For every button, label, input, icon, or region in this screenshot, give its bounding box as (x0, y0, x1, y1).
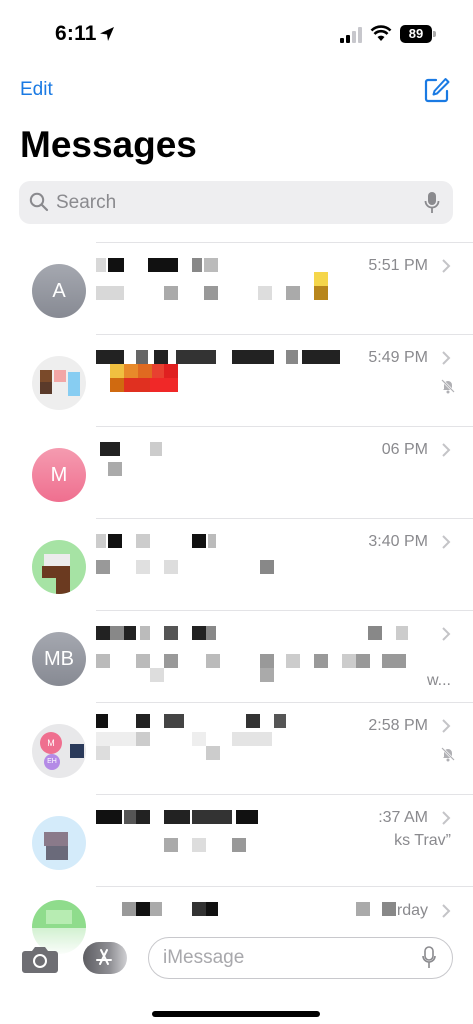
avatar: M (32, 448, 86, 502)
message-preview-redacted (96, 560, 356, 576)
message-preview-redacted (96, 272, 356, 302)
camera-icon[interactable] (21, 944, 59, 974)
page-title: Messages (20, 124, 197, 165)
avatar: A (32, 264, 86, 318)
contact-name-redacted (96, 810, 336, 826)
contact-name-redacted (96, 258, 336, 274)
conversation-row[interactable]: M EH 2:58 PM (0, 702, 473, 794)
message-preview-redacted (96, 838, 356, 854)
conversation-time: rday (396, 902, 428, 919)
contact-name-redacted (96, 534, 336, 550)
muted-bell-icon (441, 747, 455, 762)
row-divider (96, 242, 473, 243)
avatar (32, 540, 86, 594)
avatar: MB (32, 632, 86, 686)
conversation-row[interactable]: 5:49 PM (0, 334, 473, 426)
conversation-time: 5:49 PM (368, 349, 428, 366)
conversation-row[interactable]: M 06 PM (0, 426, 473, 518)
conversation-time: 5:51 PM (368, 257, 428, 274)
group-member-avatar: M (40, 732, 62, 754)
wifi-icon (370, 25, 392, 41)
microphone-icon[interactable] (424, 191, 440, 215)
imessage-input[interactable]: iMessage (148, 937, 453, 979)
battery-nub (433, 31, 436, 37)
contact-name-redacted (96, 442, 336, 458)
muted-bell-icon (441, 379, 455, 394)
dictation-mic-icon[interactable] (422, 946, 436, 970)
search-placeholder: Search (56, 192, 117, 213)
row-divider (96, 334, 473, 335)
chevron-right-icon (442, 443, 451, 457)
conversation-row[interactable]: A 5:51 PM (0, 242, 473, 334)
conversation-time: 3:40 PM (368, 533, 428, 550)
row-divider (96, 794, 473, 795)
location-arrow-icon (100, 27, 114, 41)
message-preview-tail: w... (426, 672, 451, 689)
row-divider (96, 610, 473, 611)
chevron-right-icon (442, 259, 451, 273)
row-divider (96, 886, 473, 887)
chevron-right-icon (442, 719, 451, 733)
chevron-right-icon (442, 811, 451, 825)
search-input[interactable]: Search (19, 181, 453, 224)
message-preview-redacted (96, 462, 356, 478)
row-divider (96, 426, 473, 427)
conversation-time: 2:58 PM (368, 717, 428, 734)
avatar (32, 816, 86, 870)
status-bar: 6:11 89 (0, 0, 473, 70)
chevron-right-icon (442, 627, 451, 641)
message-preview-redacted (96, 732, 296, 760)
app-store-icon (96, 949, 112, 965)
compose-icon[interactable] (423, 76, 451, 104)
search-icon (29, 192, 49, 212)
conversation-time: :37 AM (378, 809, 428, 826)
conversation-row[interactable]: 3:40 PM (0, 518, 473, 610)
contact-name-redacted (96, 902, 396, 918)
conversation-time: 06 PM (381, 441, 428, 458)
row-divider (96, 702, 473, 703)
row-divider (96, 518, 473, 519)
chevron-right-icon (442, 904, 451, 918)
app-store-apps-button[interactable] (83, 942, 127, 974)
group-member-avatar: EH (44, 754, 60, 770)
message-preview-redacted (96, 654, 426, 682)
chevron-right-icon (442, 535, 451, 549)
imessage-placeholder: iMessage (163, 947, 245, 968)
conversation-row[interactable]: :37 AM ks Trav” (0, 794, 473, 886)
message-preview-tail: ks Trav” (394, 832, 451, 849)
group-avatar: M EH (32, 724, 86, 778)
message-preview-redacted (96, 364, 356, 392)
contact-name-redacted (96, 714, 336, 730)
home-indicator[interactable] (152, 1011, 320, 1017)
conversation-row[interactable]: MB w... (0, 610, 473, 702)
cellular-signal-icon (340, 27, 362, 43)
battery-level: 89 (400, 25, 432, 43)
status-time: 6:11 (55, 22, 97, 45)
edit-button[interactable]: Edit (20, 79, 53, 101)
avatar (32, 356, 86, 410)
chevron-right-icon (442, 351, 451, 365)
contact-name-redacted (96, 626, 408, 642)
